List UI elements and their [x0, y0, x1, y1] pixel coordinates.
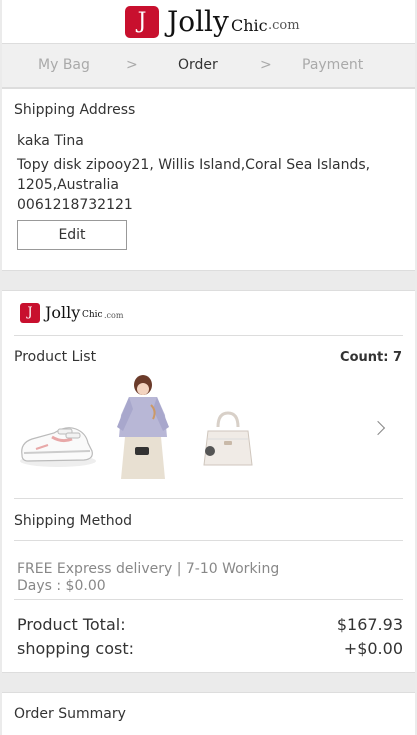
- step-payment: Payment: [302, 57, 364, 73]
- logo-sub-text: Chic: [231, 16, 268, 35]
- product-total-label: Product Total:: [17, 615, 126, 634]
- store-logo: Jolly Chic .com: [45, 301, 135, 325]
- shipping-address-title: Shipping Address: [14, 102, 136, 118]
- shipping-cost-row: shopping cost: +$0.00: [17, 639, 403, 658]
- step-order: Order: [178, 57, 218, 73]
- address-line-2: 1205,Australia: [17, 177, 120, 193]
- app-header: J Jolly Chic .com: [2, 0, 415, 44]
- handbag-image[interactable]: [200, 411, 256, 471]
- store-logo-main: Jolly: [45, 303, 81, 322]
- divider: [14, 599, 403, 600]
- brand-logo[interactable]: Jolly Chic .com: [167, 0, 307, 44]
- product-thumbnails[interactable]: [14, 375, 394, 485]
- store-logo-tld: .com: [104, 311, 124, 320]
- divider: [14, 540, 403, 541]
- step-my-bag[interactable]: My Bag: [38, 57, 90, 73]
- shipping-address-card: Shipping Address kaka Tina Topy disk zip…: [2, 88, 415, 271]
- logo-main-text: Jolly: [167, 5, 229, 38]
- shipping-method-option[interactable]: FREE Express delivery | 7-10 Working Day…: [17, 561, 317, 595]
- order-details-card: J Jolly Chic .com Product List Count: 7: [2, 290, 415, 673]
- product-total-value: $167.93: [336, 615, 403, 634]
- chevron-right-icon[interactable]: [370, 420, 386, 436]
- checkout-steps: My Bag > Order > Payment: [2, 44, 415, 88]
- product-count: Count: 7: [340, 350, 402, 365]
- address-line-1: Topy disk zipooy21, Willis Island,Coral …: [17, 157, 371, 173]
- blouse-image[interactable]: [107, 375, 179, 485]
- store-logo-sub: Chic: [82, 310, 103, 320]
- sneaker-image[interactable]: [14, 403, 98, 473]
- shipping-cost-value: +$0.00: [343, 639, 403, 658]
- recipient-name: kaka Tina: [17, 133, 84, 149]
- brand-logo-mark: J: [125, 6, 159, 38]
- phone-number: 0061218732121: [17, 197, 133, 213]
- divider: [14, 498, 403, 499]
- step-separator: >: [126, 57, 138, 73]
- shipping-cost-label: shopping cost:: [17, 639, 134, 658]
- product-list-title: Product List: [14, 349, 97, 365]
- step-separator: >: [260, 57, 272, 73]
- logo-tld-text: .com: [268, 18, 300, 33]
- checkout-page: J Jolly Chic .com My Bag > Order > Payme…: [2, 0, 415, 735]
- divider: [14, 335, 403, 336]
- order-summary-card: Order Summary: [2, 692, 415, 735]
- edit-address-button[interactable]: Edit: [17, 220, 127, 250]
- order-summary-title: Order Summary: [14, 706, 126, 722]
- store-logo-mark: J: [20, 303, 40, 323]
- product-total-row: Product Total: $167.93: [17, 615, 403, 634]
- shipping-method-title: Shipping Method: [14, 513, 133, 529]
